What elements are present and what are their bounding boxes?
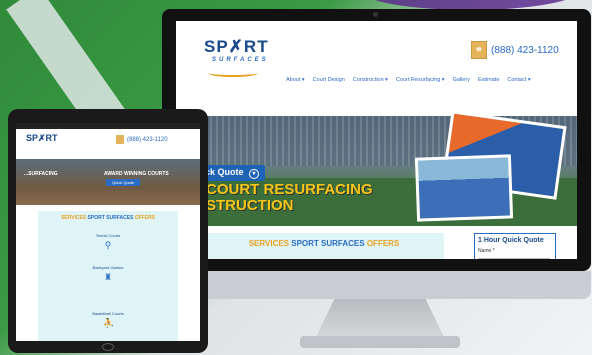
logo-sub: SURFACES (212, 57, 269, 63)
desktop-monitor: SP✗RT SURFACES ☎ (888) 423-1120 About ▾ … (162, 9, 591, 271)
tablet-phone[interactable]: (888) 423-1120 (116, 135, 168, 144)
phone-icon (116, 135, 124, 144)
tablet-phone-number: (888) 423-1120 (127, 136, 168, 143)
service-item-label: Tennis Courts (95, 233, 121, 238)
hero-banner: Quick Quote ▾ COURT RESURFACING STRUCTIO… (176, 110, 577, 226)
nav-contact[interactable]: Contact ▾ (507, 77, 530, 83)
tablet-services-word-1: SERVICES (60, 215, 87, 221)
service-item-backyard[interactable]: Backyard Games ♜ (38, 265, 178, 282)
tennis-racket-icon: ⚲ (104, 240, 112, 250)
tablet-device: SP✗RT (888) 423-1120 ...SURFACING AWARD … (8, 109, 208, 353)
service-item-label: Backyard Games (92, 265, 124, 270)
tablet-hero: ...SURFACING AWARD WINNING COURTS Quick … (16, 159, 200, 205)
monitor-stand (315, 299, 445, 339)
nav-gallery[interactable]: Gallery (453, 77, 470, 83)
nav-estimate[interactable]: Estimate (478, 77, 499, 83)
hero-line-1: COURT RESURFACING (206, 181, 373, 198)
hero-heading: COURT RESURFACING STRUCTION (206, 182, 373, 214)
nav-court-design[interactable]: Court Design (313, 77, 345, 83)
monitor-chin (162, 271, 591, 299)
service-item-tennis[interactable]: Tennis Courts ⚲ (38, 233, 178, 250)
tablet-hero-left: ...SURFACING (24, 171, 58, 177)
tablet-services-heading: SERVICES SPORT SURFACES OFFERS (38, 215, 178, 221)
service-item-label: Basketball Courts (92, 311, 124, 316)
main-nav: About ▾ Court Design Construction ▾ Cour… (286, 77, 566, 83)
hero-line-2: STRUCTION (206, 197, 294, 214)
logo-swoosh (208, 69, 258, 77)
tablet-services-panel: SERVICES SPORT SURFACES OFFERS Tennis Co… (38, 211, 178, 341)
tablet-logo[interactable]: SP✗RT (26, 133, 58, 144)
services-word-1: SERVICES (248, 239, 290, 248)
quick-quote-form: 1 Hour Quick Quote Name * (474, 233, 556, 259)
name-label: Name * (478, 248, 495, 254)
monitor-base (300, 336, 460, 348)
tablet-hero-right: AWARD WINNING COURTS (104, 171, 169, 177)
quote-form-title: 1 Hour Quick Quote (478, 237, 544, 244)
nav-about[interactable]: About ▾ (286, 77, 305, 83)
court-photo-2 (414, 154, 514, 222)
tablet-home-button[interactable] (102, 343, 114, 351)
phone-number: (888) 423-1120 (491, 44, 559, 56)
camera-icon (373, 12, 378, 17)
tablet-services-word-3: OFFERS (134, 215, 156, 221)
phone-icon: ☎ (471, 41, 487, 59)
service-item-basketball[interactable]: Basketball Courts ⛹ (38, 311, 178, 328)
tablet-quick-quote-button[interactable]: Quick Quote (106, 179, 141, 186)
tablet-status-bar (16, 123, 200, 129)
chevron-down-icon: ▾ (249, 169, 260, 179)
basketball-player-icon: ⛹ (103, 318, 115, 328)
chess-piece-icon: ♜ (103, 272, 113, 282)
nav-construction[interactable]: Construction ▾ (353, 77, 388, 83)
tablet-services-word-2: SPORT SURFACES (87, 215, 134, 221)
desktop-screen: SP✗RT SURFACES ☎ (888) 423-1120 About ▾ … (176, 21, 577, 259)
services-word-3: OFFERS (366, 239, 400, 248)
name-field[interactable] (478, 258, 550, 259)
nav-court-resurfacing[interactable]: Court Resurfacing ▾ (396, 77, 445, 83)
services-heading: SERVICES SPORT SURFACES OFFERS (204, 233, 444, 259)
header-phone[interactable]: ☎ (888) 423-1120 (471, 41, 559, 59)
logo-main: SP✗RT (204, 37, 269, 56)
site-logo[interactable]: SP✗RT SURFACES (204, 37, 269, 77)
services-word-2: SPORT SURFACES (291, 239, 365, 248)
tablet-screen: SP✗RT (888) 423-1120 ...SURFACING AWARD … (16, 123, 200, 341)
